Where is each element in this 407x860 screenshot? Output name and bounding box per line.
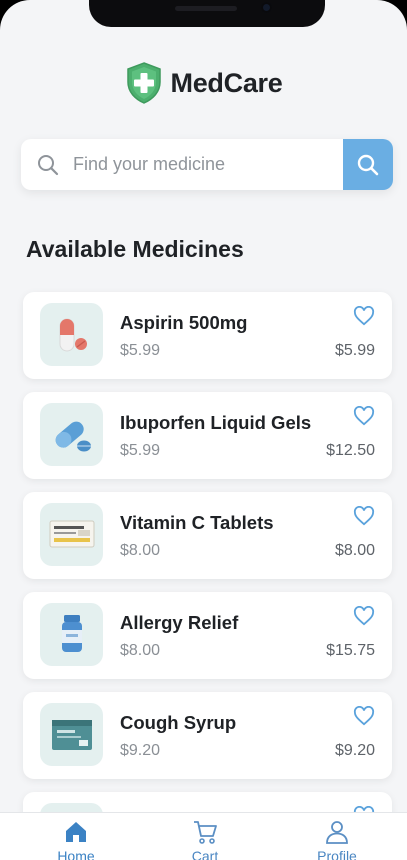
medicine-price: $5.99 [120, 442, 161, 459]
bottom-tab-bar: Home Cart Profile [0, 812, 407, 860]
medicine-name: Allergy Relief [120, 612, 239, 633]
medicine-thumbnail [40, 703, 103, 766]
capsule-icon [59, 318, 87, 351]
medicine-thumbnail [40, 503, 103, 566]
medicine-card[interactable]: Cough Syrup $9.20 $9.20 [23, 692, 392, 779]
medicine-card[interactable]: Vitamin C Tablets $8.00 $8.00 [23, 492, 392, 579]
tab-label: Cart [191, 848, 219, 860]
medicine-price: $5.99 [120, 342, 161, 359]
search-icon [38, 154, 59, 175]
device-notch [89, 0, 325, 27]
tab-label: Home [57, 848, 95, 860]
speaker-grille [175, 6, 237, 11]
favorite-heart-icon[interactable] [353, 606, 375, 626]
medicine-thumbnail [40, 403, 103, 466]
medicine-price-alt: $5.99 [334, 342, 375, 359]
search-bar [21, 139, 393, 190]
front-camera [261, 2, 272, 13]
section-title: Available Medicines [26, 236, 244, 262]
medicine-name: Ibuporfen Liquid Gels [120, 412, 312, 433]
favorite-heart-icon[interactable] [353, 706, 375, 726]
search-input[interactable] [73, 154, 323, 175]
phone-screen: MedCare Available Medicines [0, 0, 407, 860]
tab-cart[interactable]: Cart [155, 819, 255, 860]
medicine-list: Aspirin 500mg $5.99 $5.99 Ibuporfen Liqu… [23, 292, 392, 860]
syrup-box-icon [51, 719, 92, 750]
medicine-card[interactable]: Allergy Relief $8.00 $15.75 [23, 592, 392, 679]
tablet-box-icon [49, 520, 94, 547]
favorite-heart-icon[interactable] [353, 506, 375, 526]
app-header: MedCare [0, 60, 407, 106]
medicine-thumbnail [40, 303, 103, 366]
medicine-card[interactable]: Aspirin 500mg $5.99 $5.99 [23, 292, 392, 379]
medicine-name: Vitamin C Tablets [120, 512, 274, 533]
pill-bottle-icon [61, 614, 82, 652]
medicine-thumbnail [40, 603, 103, 666]
medicine-price: $9.20 [120, 742, 161, 759]
medicine-price-alt: $8.00 [334, 542, 375, 559]
medicine-price-alt: $9.20 [334, 742, 375, 759]
cart-icon [194, 821, 217, 844]
profile-icon [326, 821, 348, 844]
tab-label: Profile [317, 848, 357, 860]
medicine-card[interactable]: Ibuporfen Liquid Gels $5.99 $12.50 [23, 392, 392, 479]
medicine-price-alt: $12.50 [326, 442, 375, 459]
medicine-price-alt: $15.75 [326, 642, 375, 659]
softgel-icon [55, 421, 91, 451]
medicine-name: Aspirin 500mg [120, 312, 248, 333]
search-button[interactable] [343, 139, 393, 190]
tab-home[interactable]: Home [26, 819, 126, 860]
search-icon [357, 154, 379, 175]
tab-profile[interactable]: Profile [287, 819, 387, 860]
favorite-heart-icon[interactable] [353, 306, 375, 326]
medicine-name: Cough Syrup [120, 712, 237, 733]
medicine-price: $8.00 [120, 542, 161, 559]
shield-cross-logo-icon [126, 62, 161, 104]
app-name: MedCare [170, 67, 283, 98]
medicine-price: $8.00 [120, 642, 161, 659]
home-icon [66, 822, 86, 842]
favorite-heart-icon[interactable] [353, 406, 375, 426]
